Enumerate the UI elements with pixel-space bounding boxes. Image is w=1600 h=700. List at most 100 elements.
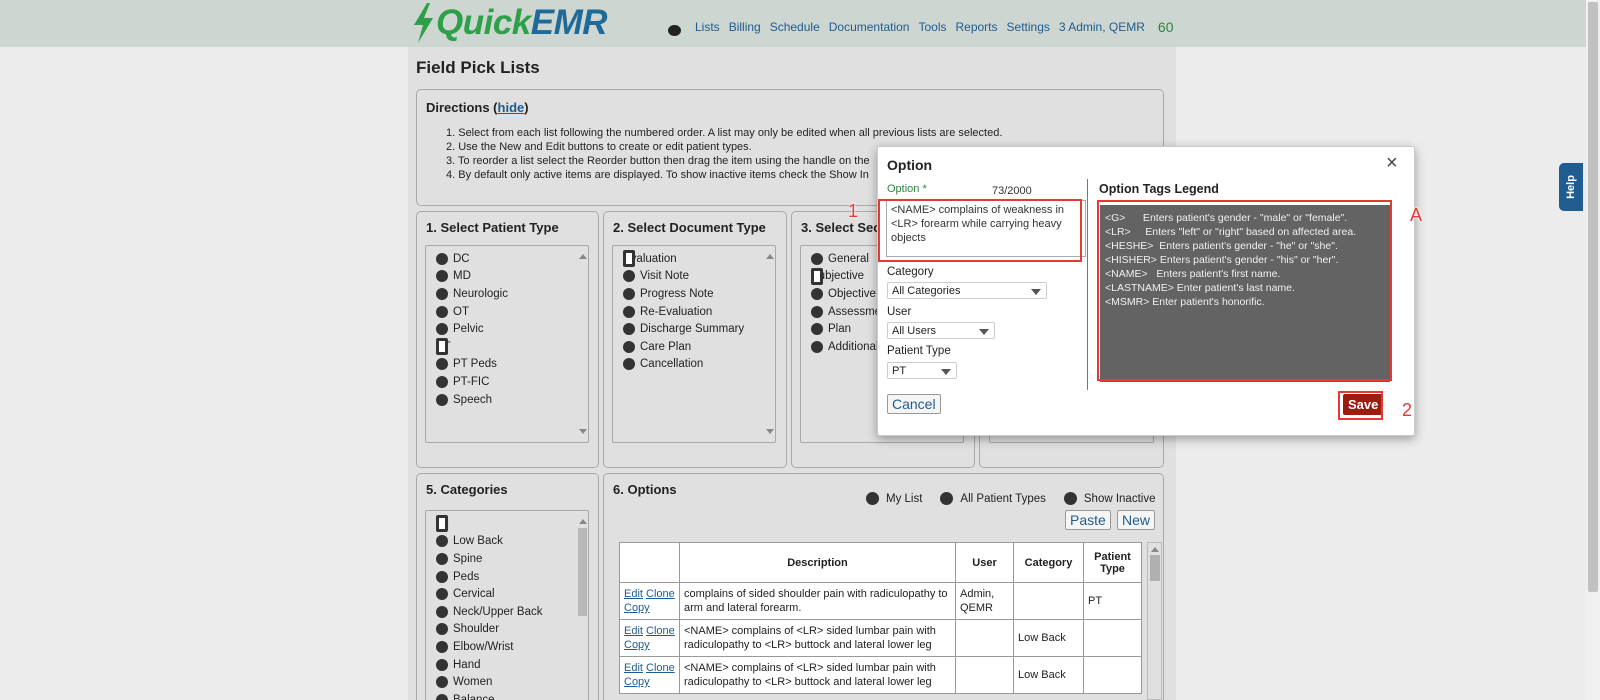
category-option[interactable]: Women — [436, 673, 542, 691]
radio-icon — [436, 605, 448, 618]
copy-link[interactable]: Copy — [624, 639, 650, 651]
section-option[interactable]: Subjective — [811, 267, 881, 286]
patient-type-panel: 1. Select Patient Type DC MD Neurologic OT P… — [416, 211, 599, 468]
document-type-option[interactable]: Visit Note — [623, 268, 744, 286]
nav-billing[interactable]: Billing — [729, 20, 761, 34]
directions-title: Directions (hide) — [426, 100, 529, 115]
page-scrollbar[interactable] — [1586, 0, 1600, 700]
category-label: Category — [887, 266, 934, 278]
category-label: Hand — [453, 658, 481, 671]
radio-icon — [811, 252, 823, 265]
new-option-button[interactable]: New — [1117, 510, 1156, 530]
nav-tools[interactable]: Tools — [918, 20, 946, 34]
radio-icon — [623, 305, 635, 318]
document-type-option[interactable]: Care Plan — [623, 338, 744, 356]
patient-type-option[interactable]: Neurologic — [436, 285, 508, 303]
copy-link[interactable]: Copy — [624, 676, 650, 688]
table-header-row: Description User Category Patient Type — [619, 542, 1142, 583]
dialog-divider — [1087, 179, 1088, 390]
direction-step: 1. Select from each list following the n… — [446, 127, 1003, 139]
radio-icon — [436, 658, 448, 671]
patient-type-option[interactable]: DC — [436, 250, 508, 268]
category-option[interactable]: Elbow/Wrist — [436, 638, 542, 656]
radio-icon — [436, 693, 448, 700]
my-list-checkbox[interactable]: My List — [866, 492, 922, 505]
clone-link[interactable]: Clone — [646, 588, 675, 600]
document-type-label: Cancellation — [640, 358, 704, 371]
options-table: Description User Category Patient Type E… — [619, 542, 1142, 694]
document-type-panel: 2. Select Document Type Evaluation Visit … — [603, 211, 787, 468]
section-option[interactable]: Objective — [811, 285, 881, 303]
category-option[interactable]: Shoulder — [436, 621, 542, 639]
edit-link[interactable]: Edit — [624, 625, 643, 637]
document-type-list: Evaluation Visit Note Progress Note Re-Eval… — [612, 245, 776, 443]
document-type-label: Discharge Summary — [640, 323, 745, 336]
patient-type-option[interactable]: PT Peds — [436, 356, 508, 374]
category-option[interactable]: Neck/Upper Back — [436, 603, 542, 621]
edit-link[interactable]: Edit — [624, 662, 643, 674]
patient-type-label: Pelvic — [453, 323, 484, 336]
chat-icon[interactable] — [668, 24, 681, 36]
cancel-button[interactable]: Cancel — [887, 394, 941, 414]
patient-type-select[interactable]: PT — [887, 362, 957, 379]
hide-directions-link[interactable]: hide — [498, 100, 525, 115]
nav-reports[interactable]: Reports — [955, 20, 997, 34]
category-option[interactable]: Low Back — [436, 533, 542, 551]
nav-lists[interactable]: Lists — [695, 20, 720, 34]
all-patient-types-checkbox[interactable]: All Patient Types — [940, 492, 1046, 505]
category-option[interactable]: Hand — [436, 656, 542, 674]
nav-user-menu[interactable]: 3 Admin, QEMR — [1059, 20, 1145, 34]
nav-settings[interactable]: Settings — [1007, 20, 1050, 34]
clone-link[interactable]: Clone — [646, 662, 675, 674]
document-type-option[interactable]: Re-Evaluation — [623, 303, 744, 321]
nav-documentation[interactable]: Documentation — [829, 20, 910, 34]
section-title: 3. Select Sec — [801, 220, 881, 235]
list-scrollbar[interactable] — [763, 246, 775, 442]
patient-type-option[interactable]: Speech — [436, 391, 508, 409]
categories-title: 5. Categories — [426, 482, 508, 497]
section-option[interactable]: Plan — [811, 320, 881, 338]
quickemr-logo[interactable]: Quick EMR — [410, 2, 608, 44]
category-option[interactable]: Peds — [436, 568, 542, 586]
edit-link[interactable]: Edit — [624, 588, 643, 600]
patient-type-option[interactable]: Pelvic — [436, 320, 508, 338]
show-inactive-checkbox[interactable]: Show Inactive — [1063, 492, 1155, 505]
section-option[interactable]: Assessme — [811, 303, 881, 321]
patient-type-label: PT-FIC — [453, 375, 490, 388]
list-scrollbar[interactable] — [576, 511, 588, 700]
document-type-option[interactable]: Cancellation — [623, 356, 744, 374]
checkbox-icon — [940, 492, 954, 505]
patient-type-option[interactable]: PT — [436, 338, 508, 356]
section-option[interactable]: Additional — [811, 338, 881, 356]
list-scrollbar[interactable] — [576, 246, 588, 442]
options-title: 6. Options — [613, 482, 677, 497]
paste-button[interactable]: Paste — [1065, 510, 1111, 530]
patient-type-option[interactable]: OT — [436, 303, 508, 321]
radio-icon — [623, 358, 635, 371]
section-label: Additional — [828, 340, 879, 353]
category-label: Elbow/Wrist — [453, 640, 514, 653]
document-type-option[interactable]: Discharge Summary — [623, 320, 744, 338]
radio-icon — [436, 676, 448, 689]
close-icon[interactable]: × — [1386, 152, 1398, 175]
document-type-option[interactable]: Progress Note — [623, 285, 744, 303]
category-option[interactable]: Balance — [436, 691, 542, 700]
table-row: Edit Clone Copy <NAME> complains of <LR> s… — [619, 656, 1142, 694]
nav-schedule[interactable]: Schedule — [770, 20, 820, 34]
document-type-option[interactable]: Evaluation — [623, 250, 744, 268]
category-option[interactable]: All — [436, 515, 542, 533]
help-tab[interactable]: Help — [1559, 163, 1583, 211]
clone-link[interactable]: Clone — [646, 625, 675, 637]
radio-icon — [811, 340, 823, 353]
category-select[interactable]: All Categories — [887, 282, 1047, 299]
category-option[interactable]: Spine — [436, 550, 542, 568]
patient-type-option[interactable]: PT-FIC — [436, 373, 508, 391]
section-option[interactable]: General — [811, 250, 881, 268]
highlight-box-1 — [878, 199, 1082, 262]
table-scrollbar[interactable] — [1147, 542, 1162, 700]
user-select[interactable]: All Users — [887, 322, 995, 339]
category-option[interactable]: Cervical — [436, 585, 542, 603]
patient-type-option[interactable]: MD — [436, 268, 508, 286]
copy-link[interactable]: Copy — [624, 602, 650, 614]
chevron-down-icon — [1031, 289, 1041, 295]
